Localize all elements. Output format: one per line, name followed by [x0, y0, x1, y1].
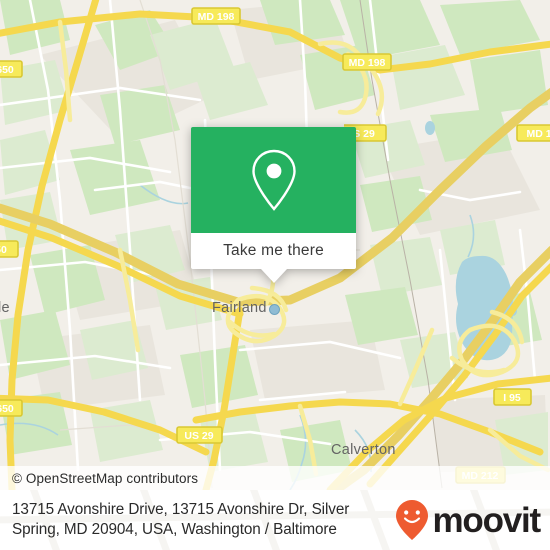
- shield-label-md1-clipped: MD 1: [526, 128, 550, 140]
- moovit-map-screen: .grn { fill:#cfe8bf; } .grn2 { fill:#dce…: [0, 0, 550, 550]
- road-shield-i95: I 95: [493, 388, 533, 406]
- location-popup-card[interactable]: Take me there: [191, 127, 356, 283]
- shield-label-md198-a: MD 198: [198, 11, 235, 23]
- road-shield-650-a: 650: [0, 60, 24, 78]
- road-shield-md198-b: MD 198: [342, 53, 392, 71]
- shield-label-650-c: 650: [0, 403, 14, 415]
- moovit-pin-icon: [396, 500, 429, 540]
- location-pin-icon: [251, 149, 296, 211]
- road-shield-650-c: 650: [0, 399, 24, 417]
- place-label-calverton: Calverton: [331, 442, 396, 458]
- shield-label-us29-top: S 29: [353, 128, 375, 140]
- map-location-dot: [269, 304, 280, 315]
- road-shield-650-b: 50: [0, 240, 20, 258]
- osm-attribution-bar: © OpenStreetMap contributors: [0, 466, 550, 490]
- place-label-clipped-left: le: [0, 300, 10, 316]
- place-label-fairland: Fairland: [212, 300, 267, 316]
- road-shield-us29-bottom: US 29: [176, 426, 224, 444]
- road-shield-md198-a: MD 198: [191, 7, 241, 25]
- shield-label-650-b: 50: [0, 244, 7, 256]
- address-line-1: 13715 Avonshire Drive, 13715 Avonshire D…: [12, 501, 350, 518]
- shield-label-650-a: 650: [0, 64, 14, 76]
- popup-pin-panel: [191, 127, 356, 233]
- address-text: 13715 Avonshire Drive, 13715 Avonshire D…: [12, 500, 395, 540]
- osm-attribution-text: © OpenStreetMap contributors: [12, 470, 199, 486]
- shield-label-md198-b: MD 198: [349, 57, 386, 69]
- take-me-there-button[interactable]: Take me there: [223, 242, 324, 260]
- moovit-wordmark: moovit: [432, 500, 541, 540]
- shield-label-us29-bottom: US 29: [184, 430, 213, 442]
- road-shield-md1-clipped: MD 1: [516, 124, 550, 142]
- footer-bar: 13715 Avonshire Drive, 13715 Avonshire D…: [0, 490, 550, 550]
- address-line-2: Spring, MD 20904, USA, Washington / Balt…: [12, 521, 337, 538]
- moovit-logo[interactable]: moovit: [395, 499, 541, 541]
- popup-action-bar[interactable]: Take me there: [191, 233, 356, 269]
- popup-tail-arrow: [260, 269, 287, 283]
- shield-label-i95: I 95: [503, 392, 521, 404]
